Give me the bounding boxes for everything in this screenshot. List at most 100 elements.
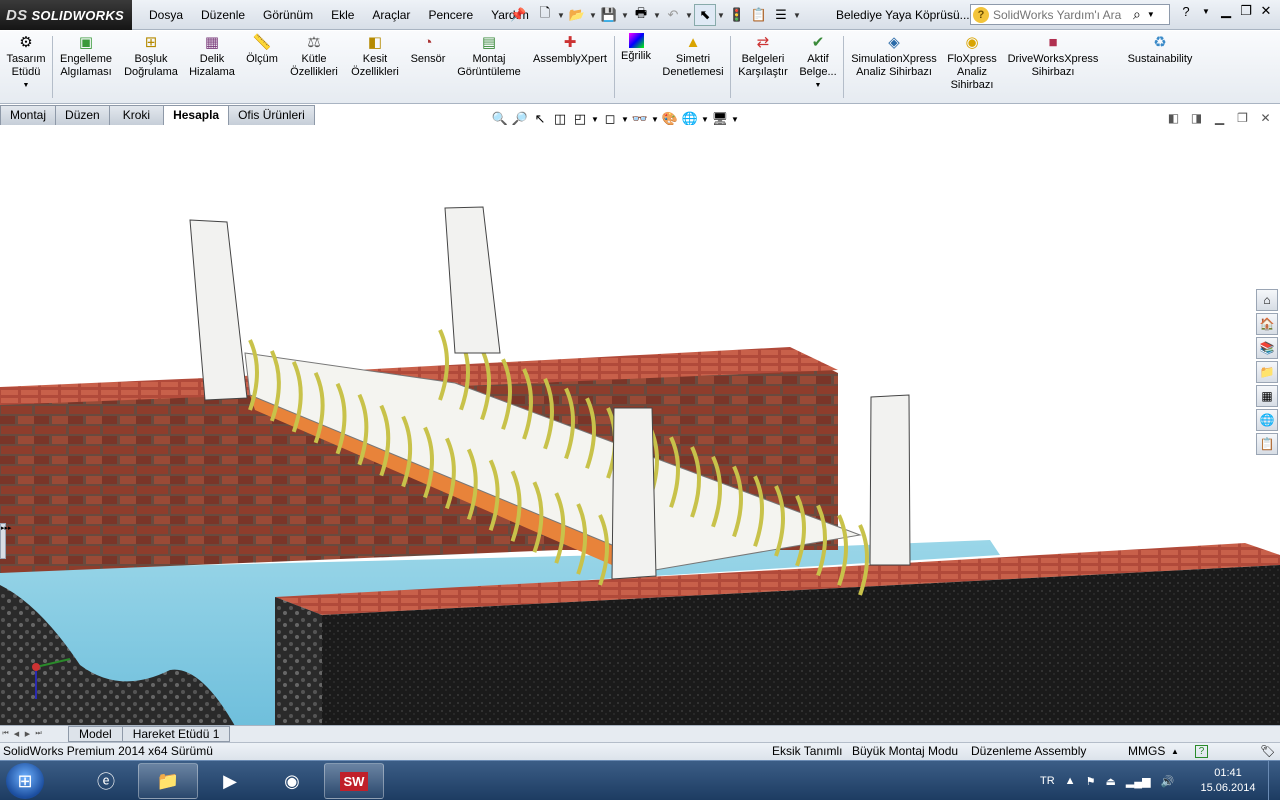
save-icon[interactable]: 💾 bbox=[598, 4, 620, 26]
chevron-down-icon[interactable]: ▼ bbox=[652, 11, 662, 20]
last-tab-arrow-icon[interactable]: ⏭ bbox=[33, 730, 44, 738]
chevron-down-icon[interactable]: ▼ bbox=[1196, 7, 1216, 16]
media-player-icon[interactable]: ▶ bbox=[200, 763, 260, 799]
interference-detection-button[interactable]: ▣ Engelleme Algılaması bbox=[55, 33, 117, 79]
rebuild-traffic-light-icon[interactable]: 🚦 bbox=[726, 4, 748, 26]
assembly-visualization-button[interactable]: ▤ Montaj Görüntüleme bbox=[452, 33, 526, 79]
curvature-button[interactable]: Eğrilik bbox=[617, 33, 655, 63]
help-icon[interactable]: ? bbox=[1176, 4, 1196, 19]
chevron-down-icon[interactable]: ▼ bbox=[792, 11, 802, 20]
chevron-down-icon[interactable]: ▼ bbox=[700, 115, 710, 124]
help-search-box[interactable]: ? ⌕ ▼ bbox=[970, 4, 1170, 25]
select-cursor-icon[interactable]: ⬉ bbox=[694, 4, 716, 26]
tab-kroki[interactable]: Kroki bbox=[108, 105, 165, 125]
restore-icon[interactable]: ❐ bbox=[1231, 111, 1254, 125]
symmetry-check-button[interactable]: ▲ Simetri Denetlemesi bbox=[659, 33, 727, 79]
check-active-document-button[interactable]: ✔ Aktif Belge... ▼ bbox=[796, 33, 840, 92]
help-search-input[interactable] bbox=[993, 7, 1131, 22]
chevron-down-icon[interactable]: ▼ bbox=[684, 11, 694, 20]
assemblyxpert-button[interactable]: ✚ AssemblyXpert bbox=[530, 33, 610, 66]
restore-icon[interactable]: ❐ bbox=[1236, 3, 1256, 19]
tab-ofis-urunleri[interactable]: Ofis Ürünleri bbox=[228, 105, 315, 125]
driveworksxpress-button[interactable]: ■ DriveWorksXpress Sihirbazı bbox=[1004, 33, 1102, 79]
volume-icon[interactable]: 🔊 bbox=[1161, 775, 1175, 788]
help-icon[interactable]: ? bbox=[1195, 745, 1208, 758]
prev-tab-arrow-icon[interactable]: ◀ bbox=[11, 730, 22, 738]
view-palette-icon[interactable]: ▦ bbox=[1256, 385, 1278, 407]
design-study-button[interactable]: ⚙ Tasarım Etüdü ▼ bbox=[3, 33, 49, 92]
chrome-icon[interactable]: ◉ bbox=[262, 763, 322, 799]
chevron-down-icon[interactable]: ▼ bbox=[716, 11, 726, 20]
windows-start-button[interactable]: ⊞ bbox=[6, 763, 44, 799]
internet-explorer-icon[interactable]: ⓔ bbox=[76, 763, 136, 799]
undo-icon[interactable]: ↶ bbox=[662, 4, 684, 26]
open-folder-icon[interactable]: 📂 bbox=[566, 4, 588, 26]
chevron-down-icon[interactable]: ▼ bbox=[556, 11, 566, 20]
minimize-icon[interactable]: ▁ bbox=[1208, 111, 1231, 125]
tile-vertical-icon[interactable]: ◨ bbox=[1185, 111, 1208, 125]
next-tab-arrow-icon[interactable]: ▶ bbox=[22, 730, 33, 738]
close-icon[interactable]: ✕ bbox=[1254, 111, 1277, 125]
sustainability-button[interactable]: ♻ Sustainability bbox=[1120, 33, 1200, 66]
pin-menu-icon[interactable]: 📌 bbox=[510, 7, 526, 23]
usb-icon[interactable]: ⏏ bbox=[1105, 775, 1115, 788]
minimize-icon[interactable]: ▁ bbox=[1216, 3, 1236, 19]
options-icon[interactable]: ☰ bbox=[770, 4, 792, 26]
chevron-down-icon[interactable]: ▼ bbox=[730, 115, 740, 124]
appearances-icon[interactable]: 🌐 bbox=[1256, 409, 1278, 431]
feature-manager-expand-handle[interactable]: ▸▸▸ bbox=[0, 523, 12, 559]
action-center-icon[interactable]: ⚑ bbox=[1086, 775, 1096, 788]
mass-properties-button[interactable]: ⚖ Kütle Özellikleri bbox=[286, 33, 342, 79]
tag-icon[interactable]: 🏷 bbox=[1260, 743, 1275, 760]
tab-model[interactable]: Model bbox=[68, 726, 123, 742]
print-icon[interactable]: 🖶 bbox=[630, 4, 652, 26]
search-icon[interactable]: ⌕ bbox=[1133, 6, 1141, 23]
menu-gorunum[interactable]: Görünüm bbox=[254, 0, 322, 30]
clock[interactable]: 01:41 15.06.2014 bbox=[1192, 766, 1264, 796]
home-icon[interactable]: 🏠 bbox=[1256, 313, 1278, 335]
hole-alignment-button[interactable]: ▦ Delik Hizalama bbox=[186, 33, 238, 79]
custom-properties-icon[interactable]: 📋 bbox=[1256, 433, 1278, 455]
menu-pencere[interactable]: Pencere bbox=[419, 0, 482, 30]
units-selector[interactable]: MMGS bbox=[1128, 743, 1165, 760]
menu-ekle[interactable]: Ekle bbox=[322, 0, 363, 30]
new-document-icon[interactable]: 🗋 bbox=[534, 4, 556, 26]
file-properties-icon[interactable]: 📋 bbox=[748, 4, 770, 26]
chevron-down-icon[interactable]: ▼ bbox=[620, 115, 630, 124]
file-explorer-icon[interactable]: 📁 bbox=[1256, 361, 1278, 383]
chevron-down-icon[interactable]: ▼ bbox=[650, 115, 660, 124]
section-properties-button[interactable]: ◧ Kesit Özellikleri bbox=[346, 33, 404, 79]
file-explorer-icon[interactable]: 📁 bbox=[138, 763, 198, 799]
chevron-down-icon[interactable]: ▼ bbox=[590, 115, 600, 124]
compare-documents-button[interactable]: ⇄ Belgeleri Karşılaştır bbox=[733, 33, 793, 79]
show-hidden-icons-icon[interactable]: ▲ bbox=[1065, 775, 1076, 787]
menu-dosya[interactable]: Dosya bbox=[140, 0, 192, 30]
show-desktop-button[interactable] bbox=[1268, 761, 1280, 800]
network-icon[interactable]: ▂▄▆ bbox=[1126, 775, 1151, 788]
chevron-down-icon[interactable]: ▼ bbox=[588, 11, 598, 20]
tile-horizontal-icon[interactable]: ◧ bbox=[1162, 111, 1185, 125]
first-tab-arrow-icon[interactable]: ⏮ bbox=[0, 730, 11, 738]
chevron-down-icon[interactable]: ▼ bbox=[1147, 10, 1155, 19]
chevron-down-icon[interactable]: ▼ bbox=[815, 79, 822, 92]
sensor-button[interactable]: ◔ Sensör bbox=[407, 33, 449, 66]
design-library-icon[interactable]: 📚 bbox=[1256, 337, 1278, 359]
tab-montaj[interactable]: Montaj bbox=[0, 105, 57, 125]
simulationxpress-button[interactable]: ◈ SimulationXpress Analiz Sihirbazı bbox=[847, 33, 941, 79]
close-icon[interactable]: ✕ bbox=[1256, 3, 1276, 19]
solidworks-resources-icon[interactable]: ⌂ bbox=[1256, 289, 1278, 311]
tab-duzen[interactable]: Düzen bbox=[55, 105, 110, 125]
tab-motion-study[interactable]: Hareket Etüdü 1 bbox=[121, 726, 231, 742]
solidworks-logo[interactable]: DS SOLIDWORKS bbox=[0, 0, 132, 30]
tab-hesapla[interactable]: Hesapla bbox=[163, 105, 230, 127]
units-arrow-icon[interactable]: ▲ bbox=[1171, 743, 1179, 760]
floxpress-button[interactable]: ◉ FloXpress Analiz Sihirbazı bbox=[944, 33, 1000, 92]
menu-duzenle[interactable]: Düzenle bbox=[192, 0, 254, 30]
solidworks-taskbar-icon[interactable]: SW bbox=[324, 763, 384, 799]
language-indicator[interactable]: TR bbox=[1040, 775, 1055, 787]
chevron-down-icon[interactable]: ▼ bbox=[620, 11, 630, 20]
menu-araclar[interactable]: Araçlar bbox=[363, 0, 419, 30]
graphics-area[interactable]: ▸▸▸ ⌂ 🏠 📚 📁 ▦ 🌐 📋 bbox=[0, 125, 1280, 726]
measure-button[interactable]: 📏 Ölçüm bbox=[242, 33, 282, 66]
chevron-down-icon[interactable]: ▼ bbox=[23, 79, 30, 92]
